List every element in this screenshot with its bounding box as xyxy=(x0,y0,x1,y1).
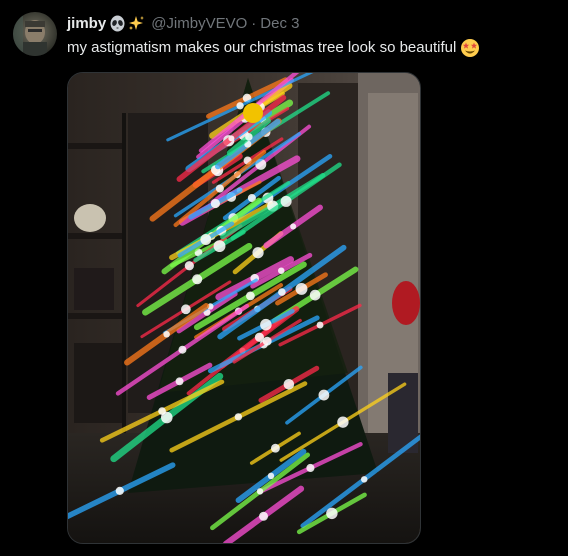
author-name[interactable]: jimby xyxy=(67,15,106,32)
light-core xyxy=(260,318,272,331)
light-core xyxy=(278,288,286,296)
light-core xyxy=(228,135,235,142)
light-core xyxy=(318,389,330,401)
star-struck-emoji-icon xyxy=(460,38,480,58)
light-core xyxy=(234,413,243,421)
light-core xyxy=(267,472,275,480)
christmas-tree-photo xyxy=(68,73,420,543)
light-core xyxy=(360,476,368,483)
light-core xyxy=(309,289,321,301)
light-core xyxy=(163,331,170,338)
light-core xyxy=(280,195,292,207)
light-core xyxy=(252,247,264,259)
light-core xyxy=(115,486,124,495)
tweet-header: jimby @JimbyVEVO · Dec 3 xyxy=(67,13,299,33)
sparkles-emoji-icon xyxy=(128,15,145,32)
tweet[interactable]: jimby @JimbyVEVO · Dec 3 my astigmatism … xyxy=(0,0,568,556)
tweet-text-row: my astigmatism makes our christmas tree … xyxy=(67,38,480,58)
tweet-photo[interactable] xyxy=(67,72,421,544)
light-core xyxy=(200,234,212,245)
light-core xyxy=(306,463,315,473)
light-core xyxy=(213,240,226,253)
light-core xyxy=(215,184,224,193)
light-core xyxy=(295,282,308,295)
light-core xyxy=(337,416,349,428)
light-core xyxy=(259,511,269,521)
light-core xyxy=(256,488,264,495)
light-core xyxy=(283,379,295,390)
light-core xyxy=(181,304,191,315)
light-core xyxy=(262,336,272,346)
light-core xyxy=(178,345,187,354)
author-handle[interactable]: @JimbyVEVO xyxy=(151,15,247,32)
alien-emoji-icon xyxy=(109,15,126,32)
tweet-date[interactable]: Dec 3 xyxy=(260,15,299,32)
light-core xyxy=(316,321,324,329)
separator-dot: · xyxy=(251,14,257,32)
light-core xyxy=(236,102,244,110)
light-core xyxy=(245,133,253,141)
light-core xyxy=(210,198,221,209)
tweet-text: my astigmatism makes our christmas tree … xyxy=(67,39,457,56)
light-core xyxy=(270,443,280,453)
light-core xyxy=(184,261,194,271)
light-core xyxy=(290,223,297,230)
light-core xyxy=(245,291,255,301)
avatar[interactable] xyxy=(13,12,57,56)
light-core xyxy=(326,507,338,520)
light-core xyxy=(158,407,166,415)
light-core xyxy=(192,274,203,285)
light-core xyxy=(175,377,184,386)
